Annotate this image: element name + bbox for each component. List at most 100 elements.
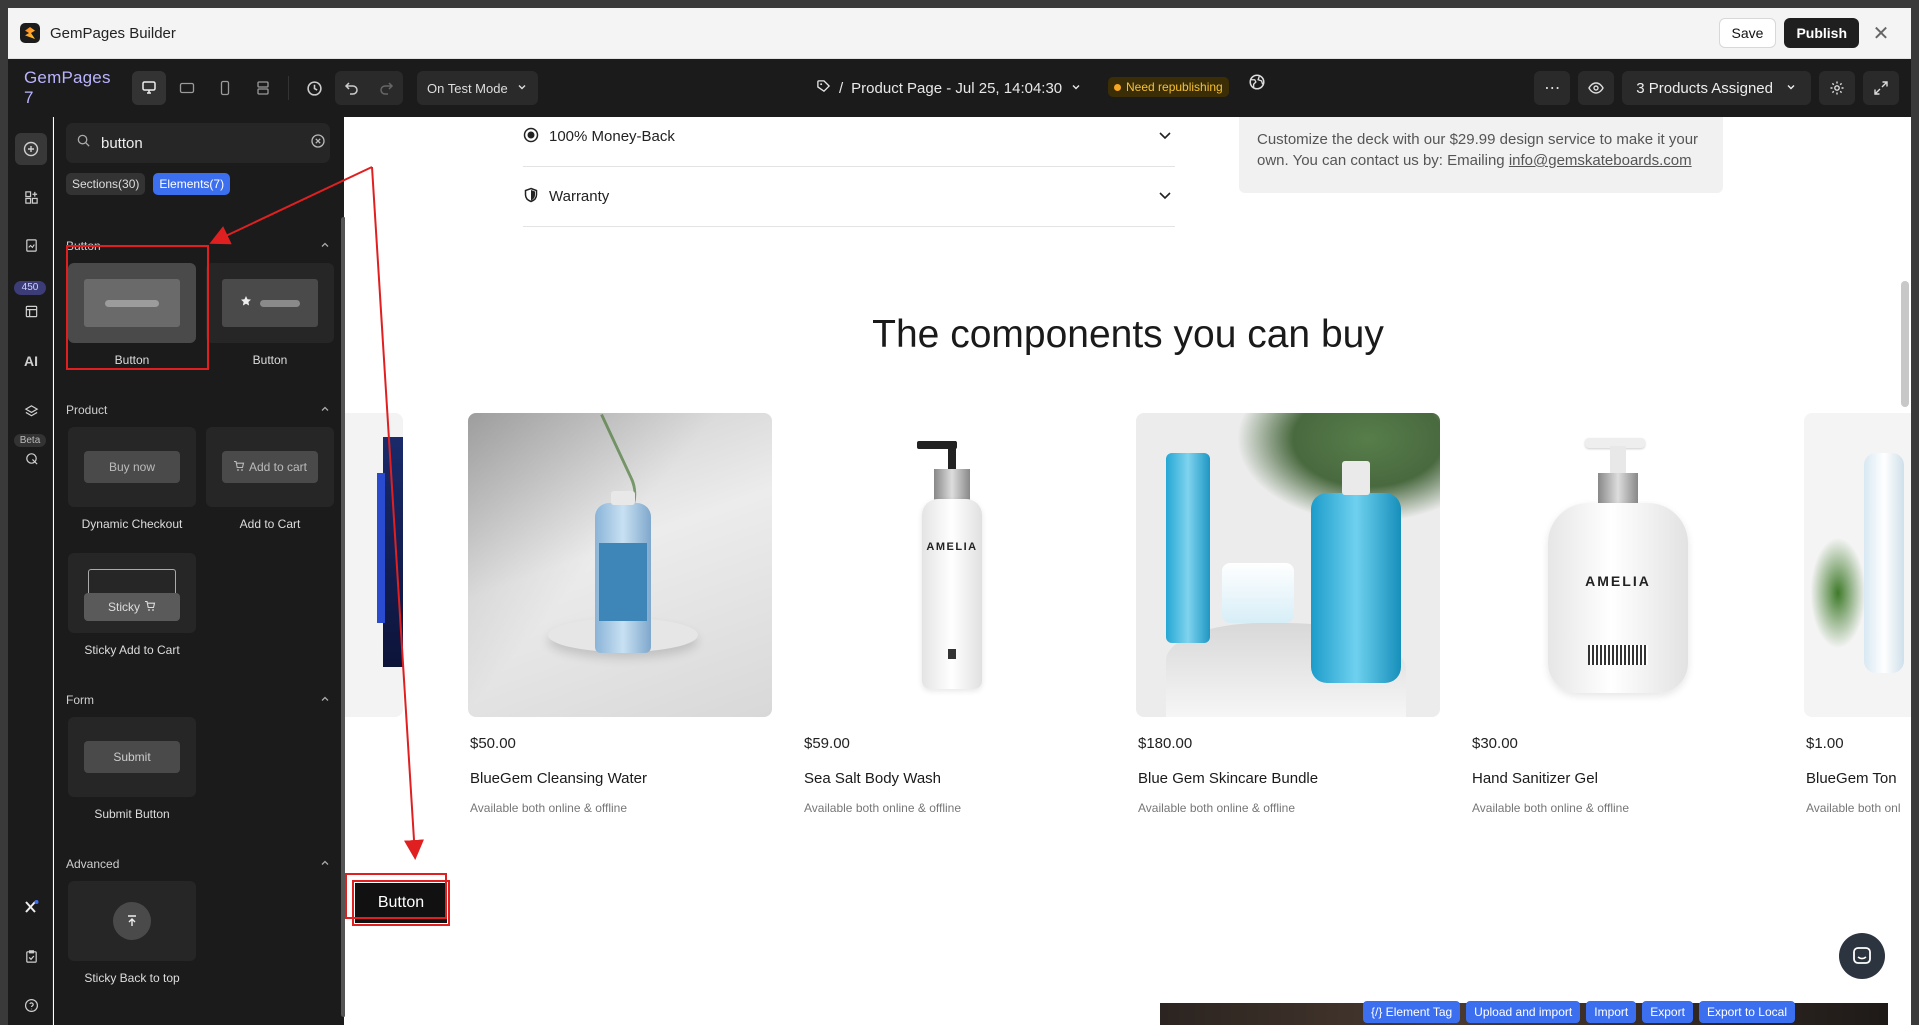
tile-label: Submit Button [94, 807, 170, 821]
ai-label: AI [24, 353, 38, 369]
product-card-partial[interactable] [345, 413, 403, 717]
accordion-money-back[interactable]: 100% Money-Back [523, 117, 1175, 167]
responsive-layout-icon[interactable] [246, 71, 280, 105]
chevron-down-icon [1785, 80, 1797, 97]
product-availability: Available both onl [1806, 801, 1901, 815]
editor-toolbar: GemPages 7 On Test Mode / Product Page -… [8, 59, 1911, 117]
export-to-local-button[interactable]: Export to Local [1698, 1001, 1795, 1023]
history-clock-icon[interactable] [297, 71, 331, 105]
upload-and-import-button[interactable]: Upload and import [1466, 1001, 1581, 1023]
product-card[interactable]: $50.00 BlueGem Cleansing Water Available… [468, 413, 772, 815]
redo-icon[interactable] [369, 71, 403, 105]
contact-email-link[interactable]: info@gemskateboards.com [1509, 152, 1692, 169]
tile-label: Add to Cart [239, 517, 301, 531]
republish-label: Need republishing [1126, 80, 1223, 94]
fullscreen-expand-icon[interactable] [1863, 71, 1899, 105]
sticky-back-to-top-tile[interactable] [68, 881, 196, 961]
more-options-icon[interactable]: ⋯ [1534, 71, 1571, 105]
x-integration-icon[interactable] [15, 891, 47, 923]
close-icon[interactable]: ✕ [1867, 19, 1895, 47]
form-group-header[interactable]: Form [66, 693, 330, 707]
product-name[interactable]: Blue Gem Skincare Bundle [1138, 770, 1318, 787]
window-title: GemPages Builder [50, 24, 176, 42]
cart-icon [144, 600, 156, 615]
test-mode-dropdown[interactable]: On Test Mode [417, 71, 538, 105]
add-element-icon[interactable] [15, 133, 47, 165]
dynamic-checkout-tile[interactable]: Buy now [68, 427, 196, 507]
accordion-warranty[interactable]: Warranty [523, 167, 1175, 227]
page-prefix: / [839, 79, 844, 97]
undo-icon[interactable] [335, 71, 369, 105]
elements-tab[interactable]: Elements(7) [153, 173, 231, 195]
product-price: $50.00 [470, 735, 516, 752]
product-image: AMELIA [1470, 413, 1774, 717]
product-price: $59.00 [804, 735, 850, 752]
annotation-highlight-box [345, 873, 447, 919]
product-name[interactable]: Sea Salt Body Wash [804, 770, 941, 787]
product-image [345, 413, 403, 717]
export-button[interactable]: Export [1642, 1001, 1693, 1023]
section-heading: The components you can buy [872, 313, 1384, 356]
element-tag-button[interactable]: {/} Element Tag [1363, 1001, 1461, 1023]
product-name[interactable]: Hand Sanitizer Gel [1472, 770, 1598, 787]
product-card[interactable]: $180.00 Blue Gem Skincare Bundle Availab… [1136, 413, 1440, 815]
sections-tab[interactable]: Sections(30) [66, 173, 146, 195]
beta-feature-icon[interactable] [15, 442, 47, 474]
bottle-label: AMELIA [926, 541, 978, 553]
left-rail: 450 AI Beta [8, 117, 53, 1025]
desktop-device-icon[interactable] [132, 71, 166, 105]
advanced-group-header[interactable]: Advanced [66, 857, 330, 871]
chevron-down-icon [1157, 127, 1173, 147]
ai-assistant-icon[interactable]: AI [15, 345, 47, 377]
gempages-logo-icon [20, 23, 40, 43]
page-selector[interactable]: / Product Page - Jul 25, 14:04:30 [816, 71, 1082, 105]
clear-search-icon[interactable] [310, 133, 326, 154]
chevron-up-icon [320, 857, 330, 871]
product-name[interactable]: BlueGem Ton [1806, 770, 1897, 787]
mobile-device-icon[interactable] [208, 71, 242, 105]
product-card[interactable]: $1.00 BlueGem Ton Available both onl [1804, 413, 1911, 815]
product-image [1804, 413, 1911, 717]
element-search-input[interactable] [101, 134, 300, 152]
icon-button-element-tile[interactable] [206, 263, 334, 343]
publish-button[interactable]: Publish [1784, 18, 1859, 48]
apps-grid-icon[interactable] [15, 181, 47, 213]
tile-label: Sticky Add to Cart [84, 643, 180, 657]
language-globe-icon[interactable] [1248, 73, 1266, 96]
group-title: Form [66, 693, 94, 707]
dev-tools-bar: {/} Element Tag Upload and import Import… [1363, 1001, 1795, 1023]
product-group-header[interactable]: Product [66, 403, 330, 417]
save-button[interactable]: Save [1718, 18, 1777, 48]
sticky-add-to-cart-tile[interactable]: Sticky [68, 553, 196, 633]
star-icon [240, 294, 252, 312]
add-to-cart-tile[interactable]: Add to cart [206, 427, 334, 507]
submit-button-tile[interactable]: Submit [68, 717, 196, 797]
tag-icon [816, 79, 831, 98]
product-card[interactable]: AMELIA $30.00 Hand Sanitizer Gel Availab… [1470, 413, 1774, 815]
preview-eye-icon[interactable] [1578, 71, 1615, 105]
help-icon[interactable] [15, 989, 47, 1021]
tile-preview-text: Submit [113, 750, 151, 764]
tablet-landscape-icon[interactable] [170, 71, 204, 105]
tile-preview-text: Add to cart [248, 460, 308, 474]
tile-preview-text: Buy now [108, 460, 156, 474]
pages-icon[interactable] [15, 229, 47, 261]
product-name[interactable]: BlueGem Cleansing Water [470, 770, 647, 787]
product-card[interactable]: AMELIA $59.00 Sea Salt Body Wash Availab… [802, 413, 1106, 815]
settings-gear-icon[interactable] [1819, 71, 1855, 105]
chevron-down-icon [1157, 187, 1173, 207]
tile-label: Button [252, 353, 288, 367]
canvas-scrollbar[interactable] [1901, 281, 1909, 407]
import-button[interactable]: Import [1586, 1001, 1637, 1023]
templates-icon[interactable] [15, 295, 47, 327]
product-image [1136, 413, 1440, 717]
products-assigned-dropdown[interactable]: 3 Products Assigned [1622, 71, 1811, 105]
shield-icon [523, 187, 539, 207]
layers-icon[interactable] [15, 395, 47, 427]
tile-preview-text: Sticky [107, 600, 140, 614]
product-image [468, 413, 772, 717]
clipboard-check-icon[interactable] [15, 940, 47, 972]
tile-label: Dynamic Checkout [81, 517, 183, 531]
search-icon [76, 133, 91, 153]
chat-support-icon[interactable] [1839, 933, 1885, 979]
